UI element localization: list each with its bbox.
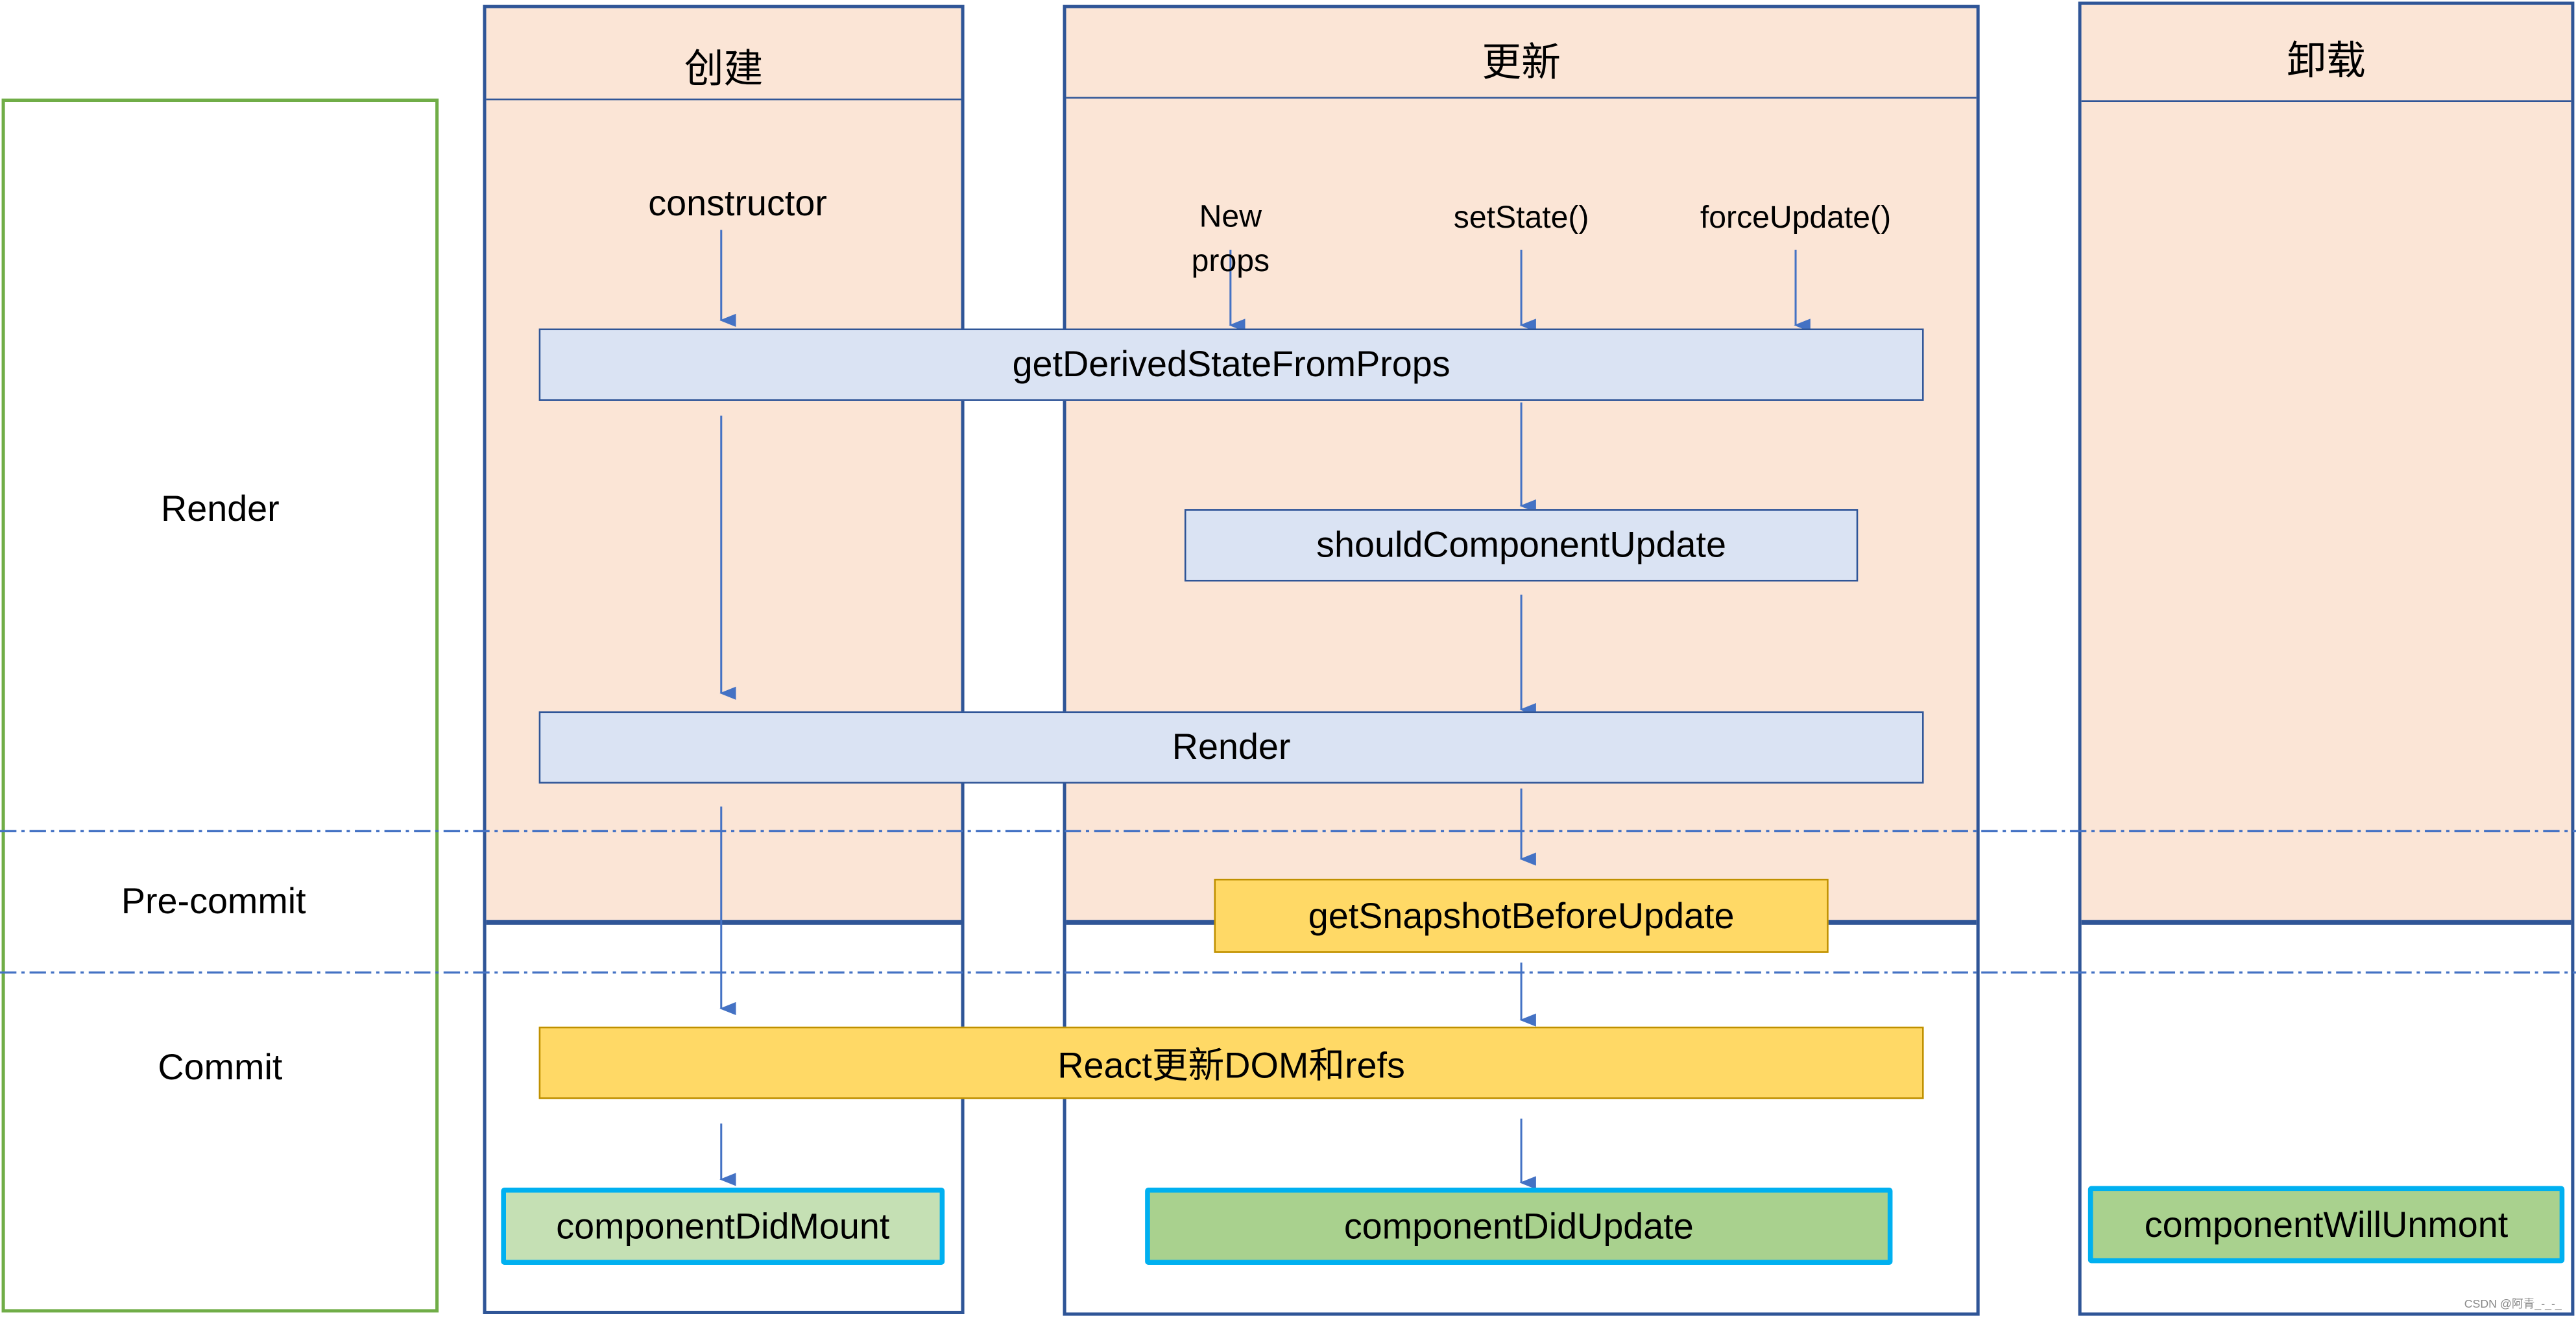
trigger-new-props-line1: New (1199, 200, 1262, 235)
method-react-update-dom: React更新DOM和refs (538, 1026, 1924, 1099)
phase-render: Render (160, 488, 280, 529)
trigger-force-update: forceUpdate() (1700, 201, 1892, 236)
method-should-component-update: shouldComponentUpdate (1184, 509, 1859, 582)
method-get-derived-state-from-props: getDerivedStateFromProps (538, 328, 1924, 401)
method-component-did-mount: componentDidMount (501, 1187, 945, 1265)
method-render: Render (538, 711, 1924, 784)
connectors (0, 230, 2576, 1190)
react-lifecycle-diagram: 创建 更新 卸载 Render Pre-commit Commit constr… (0, 0, 2576, 1317)
trigger-new-props: New props (1192, 195, 1270, 284)
trigger-new-props-line2: props (1191, 245, 1270, 280)
phase-commit: Commit (158, 1046, 283, 1088)
watermark: CSDN @阿青_-_-_ (2464, 1299, 2562, 1311)
phase-precommit: Pre-commit (121, 880, 306, 922)
method-get-snapshot-before-update: getSnapshotBeforeUpdate (1214, 878, 1829, 953)
trigger-set-state: setState() (1453, 201, 1589, 236)
trigger-constructor: constructor (648, 182, 827, 224)
method-component-will-unmount: componentWillUnmont (2088, 1186, 2565, 1264)
method-component-did-update: componentDidUpdate (1145, 1187, 1893, 1265)
